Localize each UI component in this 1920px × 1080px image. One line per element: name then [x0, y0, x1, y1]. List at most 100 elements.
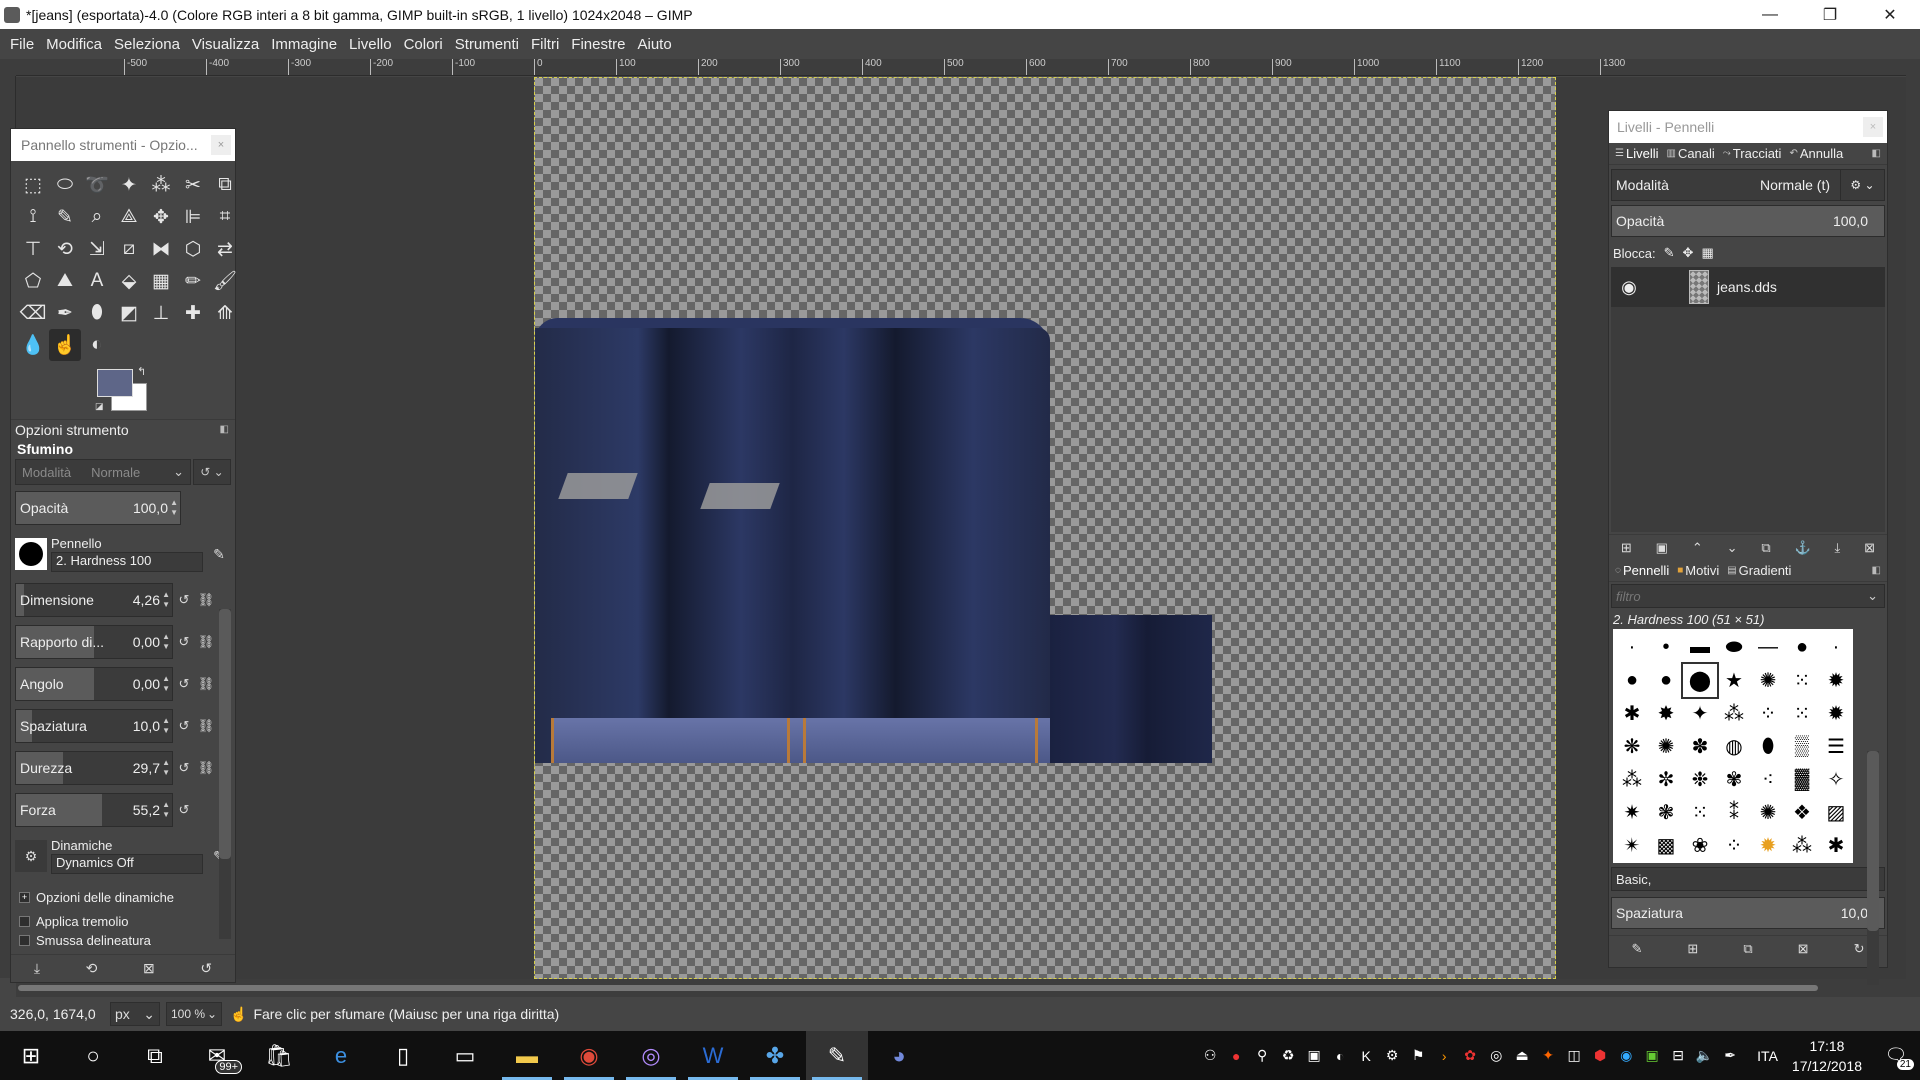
tab-livelli[interactable]: ☰ Livelli	[1611, 146, 1662, 161]
tab-menu-icon[interactable]: ◧	[1872, 565, 1881, 576]
record-icon[interactable]: ●	[1223, 1048, 1249, 1064]
new-brush-icon[interactable]: ⊞	[1687, 941, 1698, 957]
layer-opacity-slider[interactable]: Opacità 100,0	[1611, 205, 1885, 237]
delete-brush-icon[interactable]: ⊠	[1798, 941, 1809, 957]
brush-item[interactable]: ▬	[1683, 631, 1717, 664]
brush-item[interactable]: ❃	[1649, 796, 1683, 829]
delete-layer-icon[interactable]: ⊠	[1864, 540, 1875, 556]
pen-icon[interactable]: ✒	[1717, 1047, 1743, 1064]
zoom-tool-icon[interactable]: ⌕	[81, 201, 113, 233]
reset-options-icon[interactable]: ↺	[200, 960, 212, 977]
heal-tool-icon[interactable]: ✚	[177, 297, 209, 329]
perspective-tool-icon[interactable]: ⬡	[177, 233, 209, 265]
flip-tool-icon[interactable]: ⧓	[145, 233, 177, 265]
mail-icon[interactable]: ✉ 99+	[186, 1031, 248, 1080]
layer-row[interactable]: ◉ jeans.dds	[1611, 267, 1885, 307]
clone-tool-icon[interactable]: ⊥	[145, 297, 177, 329]
dynamics-name-field[interactable]: Dynamics Off	[51, 854, 203, 874]
pencil-tool-icon[interactable]: ✏	[177, 265, 209, 297]
brush-item[interactable]: ✼	[1649, 763, 1683, 796]
close-icon[interactable]: ×	[1863, 117, 1883, 137]
jitter-checkbox[interactable]: Applica tremolio	[15, 909, 231, 933]
menu-modifica[interactable]: Modifica	[40, 36, 108, 53]
windows-start-icon[interactable]: ⊞	[0, 1031, 62, 1080]
force-slider[interactable]: Forza 55,2 ▲ ▼	[15, 793, 173, 827]
brush-item[interactable]: ⬬	[1717, 631, 1751, 664]
tab-menu-icon[interactable]: ◧	[1872, 148, 1881, 159]
scrollbar-thumb[interactable]	[18, 985, 1818, 991]
spin-arrows-icon[interactable]: ▲ ▼	[162, 674, 170, 694]
menu-aiuto[interactable]: Aiuto	[631, 36, 677, 53]
cage-transform-tool-icon[interactable]: ⬠	[17, 265, 49, 297]
brush-spacing-slider[interactable]: Spaziatura 10,0	[1611, 897, 1885, 929]
remote-desktop-icon[interactable]: ▭	[434, 1031, 496, 1080]
duplicate-layer-icon[interactable]: ⧉	[1761, 540, 1770, 556]
mode-select[interactable]: Modalità Normale ⌄	[15, 459, 191, 485]
tray-app-icon[interactable]: K	[1353, 1048, 1379, 1064]
shear-tool-icon[interactable]: ⧄	[113, 233, 145, 265]
brush-item[interactable]: ✹	[1819, 664, 1853, 697]
brush-item[interactable]: ⁂	[1785, 829, 1819, 862]
brush-item[interactable]: ⬮	[1751, 730, 1785, 763]
brush-item[interactable]: ·	[1615, 631, 1649, 664]
brush-tag-select[interactable]: Basic, ⌄	[1611, 867, 1885, 891]
ellipse-select-tool-icon[interactable]: ⬭	[49, 169, 81, 201]
reset-icon[interactable]: ↺	[173, 626, 195, 658]
lock-pixels-icon[interactable]: ✎	[1664, 245, 1675, 261]
brush-item[interactable]: ●	[1649, 664, 1683, 697]
brush-item[interactable]: ❋	[1615, 730, 1649, 763]
brush-item[interactable]: ⁂	[1615, 763, 1649, 796]
menu-seleziona[interactable]: Seleziona	[108, 36, 186, 53]
spin-arrows-icon[interactable]: ▲ ▼	[162, 716, 170, 736]
spacing-slider[interactable]: Spaziatura 10,0 ▲ ▼	[15, 709, 173, 743]
layer-mode-select[interactable]: Modalità Normale (t) ⚙ ⌄	[1611, 169, 1885, 201]
tray-app-icon[interactable]: ›	[1431, 1048, 1457, 1064]
layer-name[interactable]: jeans.dds	[1717, 279, 1777, 295]
language-indicator[interactable]: ITA	[1757, 1048, 1778, 1064]
tab-gradienti[interactable]: ▤ Gradienti	[1723, 563, 1795, 578]
new-layer-group-icon[interactable]: ▣	[1656, 540, 1668, 556]
network-icon[interactable]: ⊟	[1665, 1047, 1691, 1064]
brush-item[interactable]: ✺	[1751, 796, 1785, 829]
clock[interactable]: 17:18 17/12/2018	[1792, 1036, 1862, 1076]
brush-item[interactable]: ⁙	[1785, 664, 1819, 697]
smooth-stroke-checkbox[interactable]: Smussa delineatura	[15, 933, 231, 947]
tray-app-icon[interactable]: ⚙	[1379, 1047, 1405, 1064]
tray-app-icon[interactable]: ✦	[1535, 1047, 1561, 1064]
brush-item[interactable]: ✧	[1819, 763, 1853, 796]
menu-colori[interactable]: Colori	[398, 36, 449, 53]
tab-canali[interactable]: ▥ Canali	[1662, 146, 1718, 161]
menu-livello[interactable]: Livello	[343, 36, 398, 53]
brush-item[interactable]: —	[1751, 631, 1785, 664]
chrome-icon[interactable]: ◉	[558, 1031, 620, 1080]
reset-icon[interactable]: ↺	[173, 668, 195, 700]
warp-transform-tool-icon[interactable]: ⟲	[49, 233, 81, 265]
ink-tool-icon[interactable]: ⬮	[81, 297, 113, 329]
brush-item[interactable]: ❉	[1683, 763, 1717, 796]
brush-item[interactable]: ▓	[1785, 763, 1819, 796]
brush-item[interactable]: ▨	[1819, 796, 1853, 829]
menu-file[interactable]: File	[4, 36, 40, 53]
raise-layer-icon[interactable]: ⌃	[1692, 540, 1703, 556]
paintbrush-tool-icon[interactable]: 🖌	[209, 265, 241, 297]
brush-item[interactable]: ✦	[1683, 697, 1717, 730]
tray-app-icon[interactable]: ⬢	[1587, 1047, 1613, 1064]
brush-filter-field[interactable]: filtro ⌄	[1611, 584, 1885, 608]
edit-brush-icon[interactable]: ✎	[207, 542, 231, 566]
reset-icon[interactable]: ↺	[173, 710, 195, 742]
brush-item[interactable]: ⁘	[1717, 829, 1751, 862]
size-slider[interactable]: Dimensione 4,26 ▲ ▼	[15, 583, 173, 617]
lock-position-icon[interactable]: ✥	[1683, 245, 1694, 261]
brush-item[interactable]: ▒	[1785, 730, 1819, 763]
spin-arrows-icon[interactable]: ▲ ▼	[162, 758, 170, 778]
brush-item[interactable]: ★	[1717, 664, 1751, 697]
measure-tool-icon[interactable]: ⟁	[113, 201, 145, 233]
brush-item[interactable]: ⁑	[1717, 796, 1751, 829]
gimp-taskbar-icon[interactable]: ✎	[806, 1031, 868, 1080]
horizontal-ruler[interactable]: -500 -400 -300 -200 -100 0 100 200 300 400 500 600 7…	[16, 59, 1906, 76]
move-tool-icon[interactable]: ✥	[145, 201, 177, 233]
rect-select-tool-icon[interactable]: ⬚	[17, 169, 49, 201]
smudge-tool-icon[interactable]: ☝	[49, 329, 81, 361]
anchor-layer-icon[interactable]: ⚓	[1794, 540, 1810, 556]
brush-item[interactable]: ⁘	[1751, 697, 1785, 730]
